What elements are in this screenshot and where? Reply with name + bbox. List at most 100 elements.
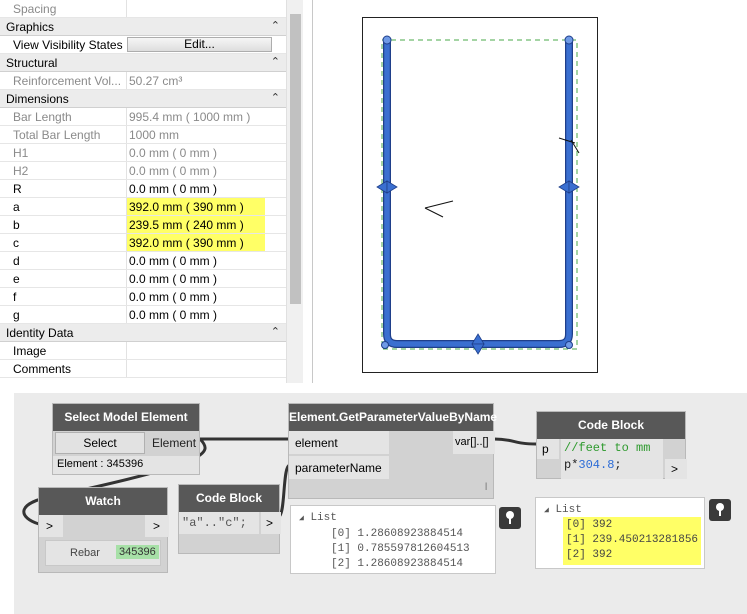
property-value[interactable]	[126, 360, 286, 377]
rebar-arrow-grip[interactable]	[376, 180, 580, 355]
input-port-parametername[interactable]: parameterName	[289, 456, 389, 479]
property-value[interactable]: 0.0 mm ( 0 mm )	[126, 270, 286, 287]
property-value[interactable]: 0.0 mm ( 0 mm )	[126, 306, 286, 323]
property-value[interactable]: 0.0 mm ( 0 mm )	[126, 252, 286, 269]
property-row-spacing[interactable]: Spacing	[0, 0, 286, 18]
code-editor[interactable]: "a".."c";	[179, 512, 259, 534]
property-row-a[interactable]: a 392.0 mm ( 390 mm )	[0, 198, 286, 216]
property-row-c[interactable]: c 392.0 mm ( 390 mm )	[0, 234, 286, 252]
output-port[interactable]: >	[665, 459, 687, 479]
property-name: c	[13, 236, 19, 250]
property-row-g[interactable]: g 0.0 mm ( 0 mm )	[0, 306, 286, 324]
output-port-var[interactable]: var[]..[]	[453, 431, 495, 454]
code-text: "a".."c";	[182, 516, 247, 530]
property-row-r[interactable]: R 0.0 mm ( 0 mm )	[0, 180, 286, 198]
properties-grid: Spacing Graphics ⌃ View Visibility States Ed…	[0, 0, 286, 378]
rebar-end-grip[interactable]	[564, 35, 574, 45]
property-row-comments[interactable]: Comments	[0, 360, 286, 378]
port-label: element	[295, 436, 338, 450]
port-label: var[]..[]	[455, 436, 489, 448]
output-port[interactable]: >	[261, 512, 281, 534]
rebar-drawing	[376, 35, 580, 355]
expand-triangle[interactable]: ◢	[544, 506, 549, 515]
property-row-h1[interactable]: H1 0.0 mm ( 0 mm )	[0, 144, 286, 162]
list-item: [0] 392	[566, 519, 613, 531]
element-id-text: Element : 345396	[57, 458, 144, 470]
property-name: a	[13, 200, 20, 214]
code-block-conversion-node[interactable]: Code Block p //feet to mm p*304.8; >	[536, 411, 687, 479]
watch-item-label: Rebar	[70, 547, 100, 559]
property-value[interactable]: 392.0 mm ( 390 mm )	[126, 198, 265, 215]
code-editor[interactable]: //feet to mm p*304.8;	[561, 439, 663, 479]
property-value[interactable]: 392.0 mm ( 390 mm )	[126, 234, 265, 251]
property-row-bar-length[interactable]: Bar Length 995.4 mm ( 1000 mm )	[0, 108, 286, 126]
pin-icon[interactable]	[709, 499, 731, 521]
property-value[interactable]	[126, 342, 286, 359]
code-expression: p*304.8;	[564, 458, 622, 472]
property-name: H1	[13, 146, 29, 160]
watch-node[interactable]: Watch > > Rebar 345396	[38, 487, 169, 573]
rebar-3d-view[interactable]	[362, 17, 598, 373]
cursor-mark	[424, 137, 580, 218]
pin-icon[interactable]	[499, 507, 521, 529]
collapse-icon[interactable]: ⌃	[271, 55, 280, 68]
section-identity-data[interactable]: Identity Data ⌃	[0, 324, 286, 342]
list-header-label: List	[310, 512, 337, 524]
code-var: p*	[564, 458, 579, 472]
property-name: e	[13, 272, 20, 286]
property-name: g	[13, 308, 20, 322]
watch-output: Rebar 345396	[45, 540, 161, 566]
host-bounding-box	[381, 39, 578, 350]
collapse-icon[interactable]: ⌃	[271, 19, 280, 32]
input-port[interactable]: >	[39, 515, 63, 537]
collapse-icon[interactable]: ⌃	[271, 325, 280, 338]
property-row-f[interactable]: f 0.0 mm ( 0 mm )	[0, 288, 286, 306]
collapse-icon[interactable]: ⌃	[271, 91, 280, 104]
code-end: ;	[614, 458, 622, 472]
input-port-element[interactable]: element	[289, 431, 389, 454]
property-value	[126, 0, 286, 17]
property-name: Comments	[13, 362, 72, 376]
property-value[interactable]: 0.0 mm ( 0 mm )	[126, 180, 286, 197]
section-structural[interactable]: Structural ⌃	[0, 54, 286, 72]
property-value: 1000 mm	[126, 126, 286, 143]
get-parameter-value-node[interactable]: Element.GetParameterValueByName element …	[288, 403, 497, 499]
property-row-e[interactable]: e 0.0 mm ( 0 mm )	[0, 270, 286, 288]
property-value: 0.0 mm ( 0 mm )	[126, 162, 286, 179]
properties-scrollbar[interactable]	[286, 0, 303, 383]
output-port[interactable]: >	[145, 515, 169, 537]
property-value[interactable]: 239.5 mm ( 240 mm )	[126, 216, 265, 233]
node-info: Element : 345396	[53, 456, 199, 474]
property-name: f	[13, 290, 17, 304]
rebar-shape[interactable]	[383, 40, 573, 348]
list-item: [0] 1.28608923884514	[331, 528, 464, 540]
dynamo-canvas[interactable]: Select Model Element Select Element Elem…	[14, 393, 747, 614]
properties-panel: Spacing Graphics ⌃ View Visibility States Ed…	[0, 0, 313, 383]
property-row-total-bar-length[interactable]: Total Bar Length 1000 mm	[0, 126, 286, 144]
select-button[interactable]: Select	[55, 432, 145, 454]
node-title: Element.GetParameterValueByName	[289, 404, 497, 431]
property-value[interactable]: 0.0 mm ( 0 mm )	[126, 288, 286, 305]
expand-triangle[interactable]: ◢	[299, 514, 304, 523]
list-header: ◢ List	[544, 504, 582, 516]
property-row-d[interactable]: d 0.0 mm ( 0 mm )	[0, 252, 286, 270]
input-port-p[interactable]: p	[537, 439, 559, 459]
output-port-element[interactable]: Element	[152, 436, 196, 450]
edit-button[interactable]: Edit...	[127, 37, 272, 52]
watch-item-value[interactable]: 345396	[116, 545, 159, 559]
property-row-b[interactable]: b 239.5 mm ( 240 mm )	[0, 216, 286, 234]
property-value: 50.27 cm³	[126, 72, 286, 89]
property-row-reinforcement-vol[interactable]: Reinforcement Vol... 50.27 cm³	[0, 72, 286, 90]
property-row-view-visibility-states[interactable]: View Visibility States Edit...	[0, 36, 286, 54]
section-title: Structural	[6, 56, 58, 70]
select-model-element-node[interactable]: Select Model Element Select Element Elem…	[52, 403, 200, 475]
property-row-h2[interactable]: H2 0.0 mm ( 0 mm )	[0, 162, 286, 180]
property-row-image[interactable]: Image	[0, 342, 286, 360]
section-dimensions[interactable]: Dimensions ⌃	[0, 90, 286, 108]
scrollbar-thumb[interactable]	[290, 14, 301, 304]
section-graphics[interactable]: Graphics ⌃	[0, 18, 286, 36]
code-block-range-node[interactable]: Code Block "a".."c"; >	[178, 484, 281, 554]
rebar-end-grip[interactable]	[382, 35, 392, 45]
property-name: Total Bar Length	[13, 128, 101, 142]
property-value: 995.4 mm ( 1000 mm )	[126, 108, 286, 125]
